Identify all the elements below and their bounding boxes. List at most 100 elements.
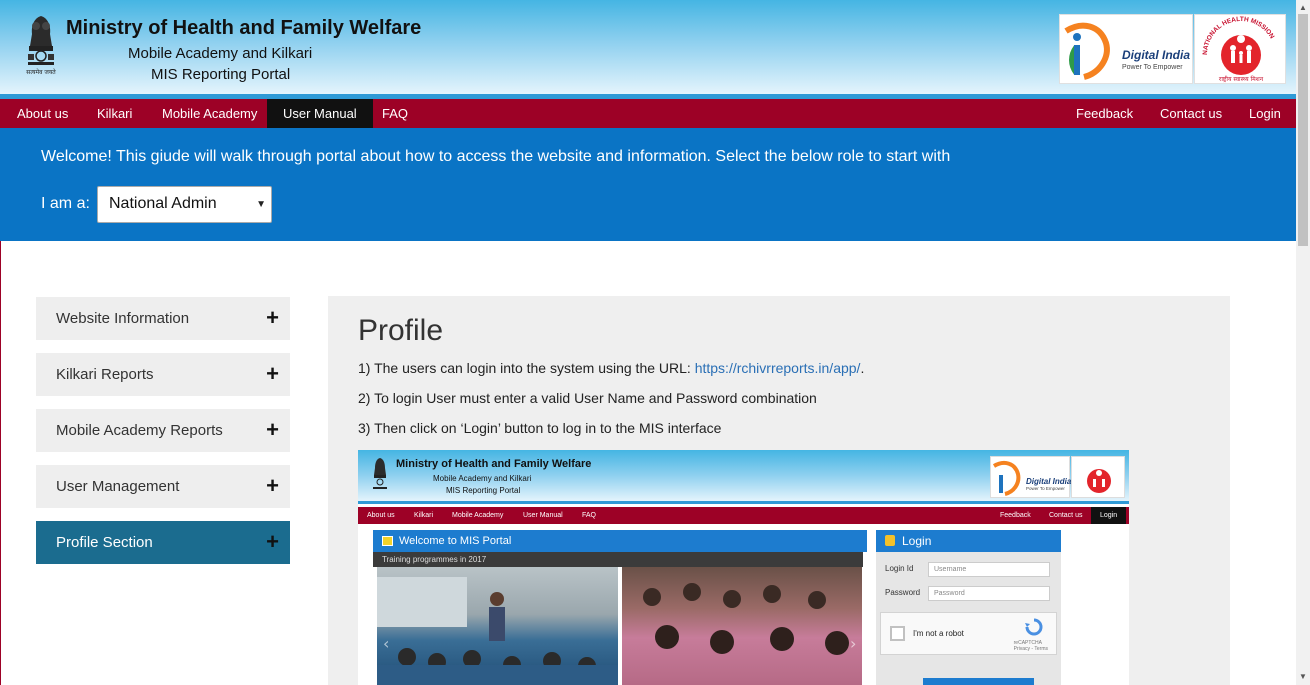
nav-about-us[interactable]: About us [1, 99, 84, 128]
recaptcha-text: I'm not a robot [913, 629, 964, 638]
scroll-down-icon[interactable]: ▼ [1299, 672, 1307, 681]
audience-photo-icon: › [643, 583, 856, 655]
sidebar-item-label: Website Information [56, 310, 190, 327]
step-2: 2) To login User must enter a valid User… [358, 390, 817, 406]
nav-mobile-academy[interactable]: Mobile Academy [146, 99, 273, 128]
sidebar-item-label: Profile Section [56, 534, 153, 551]
svg-text:सत्यमेव जयते: सत्यमेव जयते [26, 68, 56, 76]
screenshot-caption: Training programmes in 2017 [373, 552, 863, 567]
sidebar-item-kilkari-reports[interactable]: Kilkari Reports + [36, 353, 290, 396]
image-icon [382, 536, 393, 546]
expand-plus-icon: + [266, 361, 279, 386]
screenshot-login-panel: Login Login Id Username Password Passwor… [876, 530, 1061, 685]
content-panel: Profile 1) The users can login into the … [328, 296, 1230, 685]
screenshot-password-label: Password [885, 588, 921, 597]
expand-plus-icon: + [266, 305, 279, 330]
nav-faq[interactable]: FAQ [366, 99, 424, 128]
svg-text:राष्ट्रीय स्वास्थ्य मिशन: राष्ट्रीय स्वास्थ्य मिशन [1219, 75, 1264, 83]
portal-subtitle-2: MIS Reporting Portal [151, 66, 291, 83]
digital-india-icon: Digital India Power To Empower [1064, 22, 1190, 80]
screenshot-nav-item: Login [1091, 507, 1127, 524]
sidebar-item-profile-section[interactable]: Profile Section + [36, 521, 290, 564]
screenshot-nav-item: Contact us [1049, 512, 1083, 519]
nav-login[interactable]: Login [1233, 99, 1297, 128]
sidebar-item-website-information[interactable]: Website Information + [36, 297, 290, 340]
training-photo-1: ‹ [377, 567, 618, 685]
nav-user-manual[interactable]: User Manual [267, 99, 373, 128]
screenshot-password-input: Password [928, 586, 1050, 601]
digital-india-icon: Digital India Power To Empower [992, 460, 1072, 496]
nhm-icon [1087, 469, 1111, 493]
recaptcha-icon [1025, 618, 1043, 636]
screenshot-nhm-logo [1071, 456, 1125, 498]
svg-text:›: › [850, 634, 856, 653]
recaptcha-label: reCAPTCHA Privacy - Terms [1013, 640, 1048, 652]
portal-subtitle: Mobile Academy and Kilkari [128, 45, 313, 62]
classroom-photo-icon: ‹ [377, 577, 618, 685]
screenshot-nav-item: About us [367, 512, 395, 519]
nhm-logo: NATIONAL HEALTH MISSION राष्ट्रीय स्वास्… [1194, 14, 1286, 84]
national-emblem-icon: सत्यमेव जयते [26, 16, 56, 76]
training-photo-2: › [622, 567, 862, 685]
screenshot-login-id-label: Login Id [885, 564, 914, 573]
expand-plus-icon: + [266, 529, 279, 554]
screenshot-username-input: Username [928, 562, 1050, 577]
screenshot-login-button [923, 678, 1034, 685]
digital-india-logo: Digital India Power To Empower [1059, 14, 1193, 84]
lock-icon [885, 535, 895, 546]
nav-contact-us[interactable]: Contact us [1144, 99, 1238, 128]
screenshot-nav-item: Kilkari [414, 512, 434, 519]
screenshot-nav-item: User Manual [523, 512, 563, 519]
sidebar-item-mobile-academy-reports[interactable]: Mobile Academy Reports + [36, 409, 290, 452]
national-emblem-icon [373, 458, 387, 489]
svg-text:Digital India: Digital India [1026, 477, 1071, 486]
step-1: 1) The users can login into the system u… [358, 360, 864, 376]
welcome-banner: Welcome! This giude will walk through po… [0, 128, 1296, 241]
svg-text:‹: ‹ [383, 634, 389, 653]
screenshot-subtitle: Mobile Academy and Kilkari [433, 474, 532, 483]
welcome-text: Welcome! This giude will walk through po… [41, 148, 951, 165]
screenshot-portal-title: Welcome to MIS Portal [373, 530, 867, 552]
step-3: 3) Then click on ‘Login’ button to log i… [358, 420, 722, 436]
screenshot-digital-india-logo: Digital India Power To Empower [990, 456, 1072, 498]
dropdown-caret-icon: ▼ [256, 199, 266, 210]
recaptcha-checkbox [890, 626, 905, 641]
page-title: Profile [358, 314, 444, 347]
sidebar-item-user-management[interactable]: User Management + [36, 465, 290, 508]
screenshot-navbar: About us Kilkari Mobile Academy User Man… [358, 507, 1129, 524]
step-1-suffix: . [860, 360, 865, 376]
nav-feedback[interactable]: Feedback [1060, 99, 1149, 128]
screenshot-title: Ministry of Health and Family Welfare [396, 458, 592, 470]
svg-text:Power To Empower: Power To Empower [1026, 486, 1065, 491]
scrollbar-thumb[interactable] [1298, 14, 1308, 246]
screenshot-nav-item: FAQ [582, 512, 597, 519]
site-header: सत्यमेव जयते Ministry of Health and Fami… [0, 0, 1296, 99]
role-label: I am a: [41, 195, 90, 212]
role-select-value: National Admin [109, 195, 217, 212]
role-select[interactable]: National Admin ▼ [97, 186, 272, 223]
screenshot-nav-item: Mobile Academy [452, 512, 504, 519]
login-screenshot-image: Ministry of Health and Family Welfare Mo… [358, 450, 1129, 685]
screenshot-login-title: Login [876, 530, 1061, 552]
screenshot-portal-panel: Welcome to MIS Portal Training programme… [373, 530, 867, 685]
screenshot-recaptcha: I'm not a robot reCAPTCHA Privacy - Terms [880, 612, 1057, 655]
step-1-text: 1) The users can login into the system u… [358, 360, 695, 376]
portal-url-link[interactable]: https://rchivrreports.in/app/ [695, 360, 861, 376]
scroll-up-icon[interactable]: ▲ [1299, 3, 1307, 12]
nhm-icon: NATIONAL HEALTH MISSION राष्ट्रीय स्वास्… [1202, 16, 1276, 83]
sidebar-item-label: Kilkari Reports [56, 366, 154, 383]
page-scrollbar[interactable]: ▲ ▼ [1296, 0, 1310, 685]
nav-kilkari[interactable]: Kilkari [81, 99, 148, 128]
expand-plus-icon: + [266, 473, 279, 498]
main-navbar: About us Kilkari Mobile Academy User Man… [0, 99, 1296, 128]
sidebar-item-label: Mobile Academy Reports [56, 422, 223, 439]
screenshot-nav-item: Feedback [1000, 512, 1031, 519]
sidebar-item-label: User Management [56, 478, 180, 495]
svg-text:Power To Empower: Power To Empower [1122, 64, 1183, 71]
screenshot-subtitle-2: MIS Reporting Portal [446, 486, 521, 495]
ministry-title: Ministry of Health and Family Welfare [66, 17, 422, 39]
svg-text:Digital India: Digital India [1122, 48, 1190, 62]
page-edge [0, 241, 1, 685]
screenshot-header: Ministry of Health and Family Welfare Mo… [358, 450, 1129, 504]
expand-plus-icon: + [266, 417, 279, 442]
